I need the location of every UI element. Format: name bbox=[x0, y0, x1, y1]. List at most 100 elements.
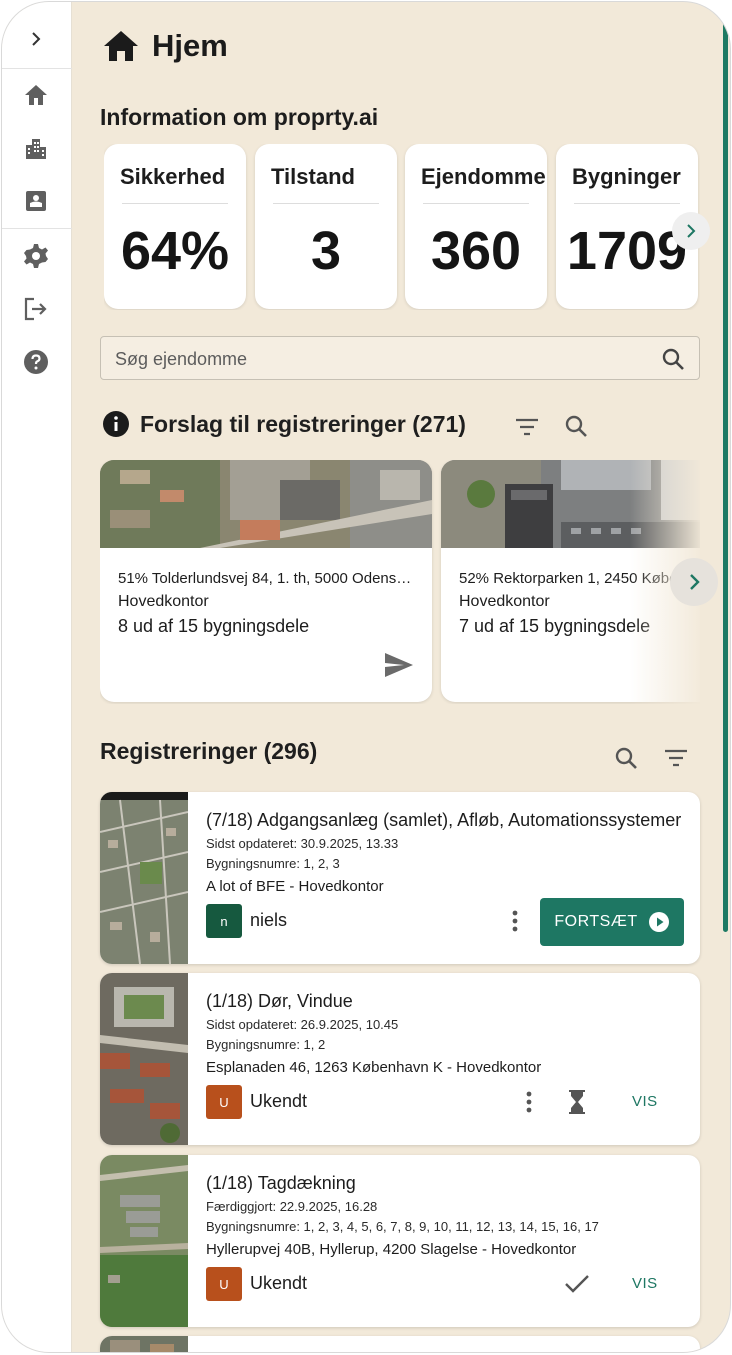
continue-button[interactable]: FORTSÆT bbox=[540, 898, 684, 946]
suggestions-carousel: 51% Tolderlundsvej 84, 1. th, 5000 Odens… bbox=[100, 460, 700, 704]
chevron-right-icon bbox=[32, 32, 41, 46]
suggestions-header: Forslag til registreringer (271) bbox=[102, 406, 466, 442]
registration-address: Hyllerupvej 40B, Hyllerup, 4200 Slagelse… bbox=[206, 1241, 577, 1258]
sidebar-divider bbox=[2, 228, 72, 229]
owner-name: niels bbox=[250, 910, 288, 930]
registration-date: Færdiggjort: 22.9.2025, 16.28 bbox=[206, 1199, 378, 1214]
sidebar-divider bbox=[2, 68, 72, 69]
registration-card[interactable] bbox=[100, 1336, 700, 1352]
registration-buildings: Bygningsnumre: 1, 2 bbox=[206, 1037, 326, 1052]
suggestion-office: Hovedkontor bbox=[459, 593, 550, 610]
sidebar-item-help[interactable] bbox=[19, 345, 53, 379]
suggestions-search-button[interactable] bbox=[560, 410, 592, 442]
registration-address: Esplanaden 46, 1263 København K - Hovedk… bbox=[206, 1059, 542, 1076]
registration-title: (7/18) Adgangsanlæg (samlet), Afløb, Aut… bbox=[206, 810, 682, 830]
expand-sidebar-button[interactable] bbox=[19, 22, 53, 56]
aerial-photo bbox=[441, 460, 700, 548]
stat-value: 64% bbox=[120, 221, 230, 281]
help-icon bbox=[24, 350, 48, 374]
more-vertical-icon bbox=[512, 910, 518, 932]
info-section-title: Information om proprty.ai bbox=[100, 104, 379, 130]
suggestion-count: 7 ud af 15 bygningsdele bbox=[459, 616, 651, 636]
buildings-icon bbox=[26, 139, 46, 159]
stat-card-security[interactable]: Sikkerhed 64% bbox=[104, 144, 246, 309]
stat-value: 3 bbox=[310, 221, 342, 281]
suggestion-match: 52% Rektorparken 1, 2450 København SV bbox=[459, 570, 700, 587]
stat-divider bbox=[423, 203, 529, 204]
sidebar-item-home[interactable] bbox=[19, 78, 53, 112]
hourglass-icon bbox=[569, 1090, 585, 1114]
suggestions-next-button[interactable] bbox=[670, 558, 718, 606]
stat-label: Tilstand bbox=[271, 164, 355, 189]
info-icon bbox=[103, 411, 129, 437]
registrations-title: Registreringer (296) bbox=[100, 738, 318, 764]
pending-status bbox=[562, 1087, 592, 1117]
avatar: U bbox=[206, 1085, 242, 1119]
stat-label: Sikkerhed bbox=[120, 164, 226, 189]
page-title: Hjem bbox=[102, 26, 228, 66]
stat-label: Bygninger bbox=[572, 164, 681, 189]
registration-address: A lot of BFE - Hovedkontor bbox=[206, 878, 384, 895]
registration-title: (1/18) Dør, Vindue bbox=[206, 991, 353, 1011]
registration-date: Sidst opdateret: 30.9.2025, 13.33 bbox=[206, 836, 399, 851]
sidebar-item-logout[interactable] bbox=[19, 292, 53, 326]
stat-value: 360 bbox=[430, 221, 522, 281]
suggestion-match: 51% Tolderlundsvej 84, 1. th, 5000 Odens… bbox=[118, 570, 418, 587]
filter-icon bbox=[665, 749, 687, 767]
property-search bbox=[100, 336, 700, 380]
aerial-thumbnail bbox=[100, 1336, 188, 1352]
home-icon bbox=[104, 31, 138, 61]
suggestion-card[interactable]: 51% Tolderlundsvej 84, 1. th, 5000 Odens… bbox=[100, 460, 432, 702]
aerial-thumbnail bbox=[100, 1155, 188, 1327]
stats-carousel: Sikkerhed 64% Tilstand 3 Ejendomme 360 B… bbox=[104, 144, 700, 310]
app-frame: Hjem Information om proprty.ai Sikkerhed… bbox=[1, 1, 731, 1353]
sidebar-item-registrations[interactable] bbox=[19, 184, 53, 218]
chevron-right-icon bbox=[690, 574, 700, 590]
registration-icon bbox=[26, 191, 46, 211]
search-input[interactable] bbox=[115, 345, 635, 373]
registration-buildings: Bygningsnumre: 1, 2, 3 bbox=[206, 856, 340, 871]
completed-status bbox=[562, 1269, 592, 1299]
stat-divider bbox=[574, 203, 680, 204]
registrations-filter-button[interactable] bbox=[660, 744, 692, 772]
registration-title: (1/18) Tagdækning bbox=[206, 1173, 356, 1193]
stat-card-condition[interactable]: Tilstand 3 bbox=[255, 144, 397, 309]
sidebar-item-settings[interactable] bbox=[19, 239, 53, 273]
sidebar-item-buildings[interactable] bbox=[19, 132, 53, 166]
suggestion-count: 8 ud af 15 bygningsdele bbox=[118, 616, 310, 636]
stat-divider bbox=[273, 203, 379, 204]
scrollbar[interactable] bbox=[723, 22, 728, 932]
send-button[interactable] bbox=[382, 648, 416, 682]
play-circle-icon bbox=[648, 912, 669, 932]
continue-label: FORTSÆT bbox=[554, 913, 638, 930]
stats-next-button[interactable] bbox=[672, 212, 710, 250]
search-icon[interactable] bbox=[661, 347, 685, 376]
more-vertical-icon bbox=[526, 1091, 532, 1113]
stat-card-properties[interactable]: Ejendomme 360 bbox=[405, 144, 547, 309]
owner-name: Ukendt bbox=[250, 1273, 308, 1293]
view-button[interactable]: VIS bbox=[632, 1093, 658, 1110]
more-options-button[interactable] bbox=[500, 906, 530, 936]
sidebar bbox=[2, 2, 72, 1352]
registration-buildings: Bygningsnumre: 1, 2, 3, 4, 5, 6, 7, 8, 9… bbox=[206, 1219, 599, 1234]
aerial-photo bbox=[100, 460, 432, 548]
home-icon bbox=[25, 85, 47, 105]
logout-icon bbox=[24, 297, 47, 321]
search-icon bbox=[565, 415, 587, 437]
view-button[interactable]: VIS bbox=[632, 1275, 658, 1292]
main-content: Hjem Information om proprty.ai Sikkerhed… bbox=[72, 2, 730, 1352]
registration-card[interactable]: (1/18) Dør, Vindue Sidst opdateret: 26.9… bbox=[100, 973, 700, 1145]
avatar: n bbox=[206, 904, 242, 938]
suggestion-card[interactable]: 52% Rektorparken 1, 2450 København SV Ho… bbox=[441, 460, 700, 702]
registration-date: Sidst opdateret: 26.9.2025, 10.45 bbox=[206, 1017, 399, 1032]
registration-card[interactable]: (1/18) Tagdækning Færdiggjort: 22.9.2025… bbox=[100, 1155, 700, 1327]
page-title-text: Hjem bbox=[152, 28, 228, 63]
registrations-search-button[interactable] bbox=[610, 742, 642, 774]
checkmark-icon bbox=[565, 1275, 589, 1293]
registration-card[interactable]: (7/18) Adgangsanlæg (samlet), Afløb, Aut… bbox=[100, 792, 700, 964]
send-icon bbox=[385, 653, 413, 677]
stat-divider bbox=[122, 203, 228, 204]
owner-name: Ukendt bbox=[250, 1091, 308, 1111]
more-options-button[interactable] bbox=[514, 1087, 544, 1117]
suggestions-filter-button[interactable] bbox=[512, 412, 542, 442]
